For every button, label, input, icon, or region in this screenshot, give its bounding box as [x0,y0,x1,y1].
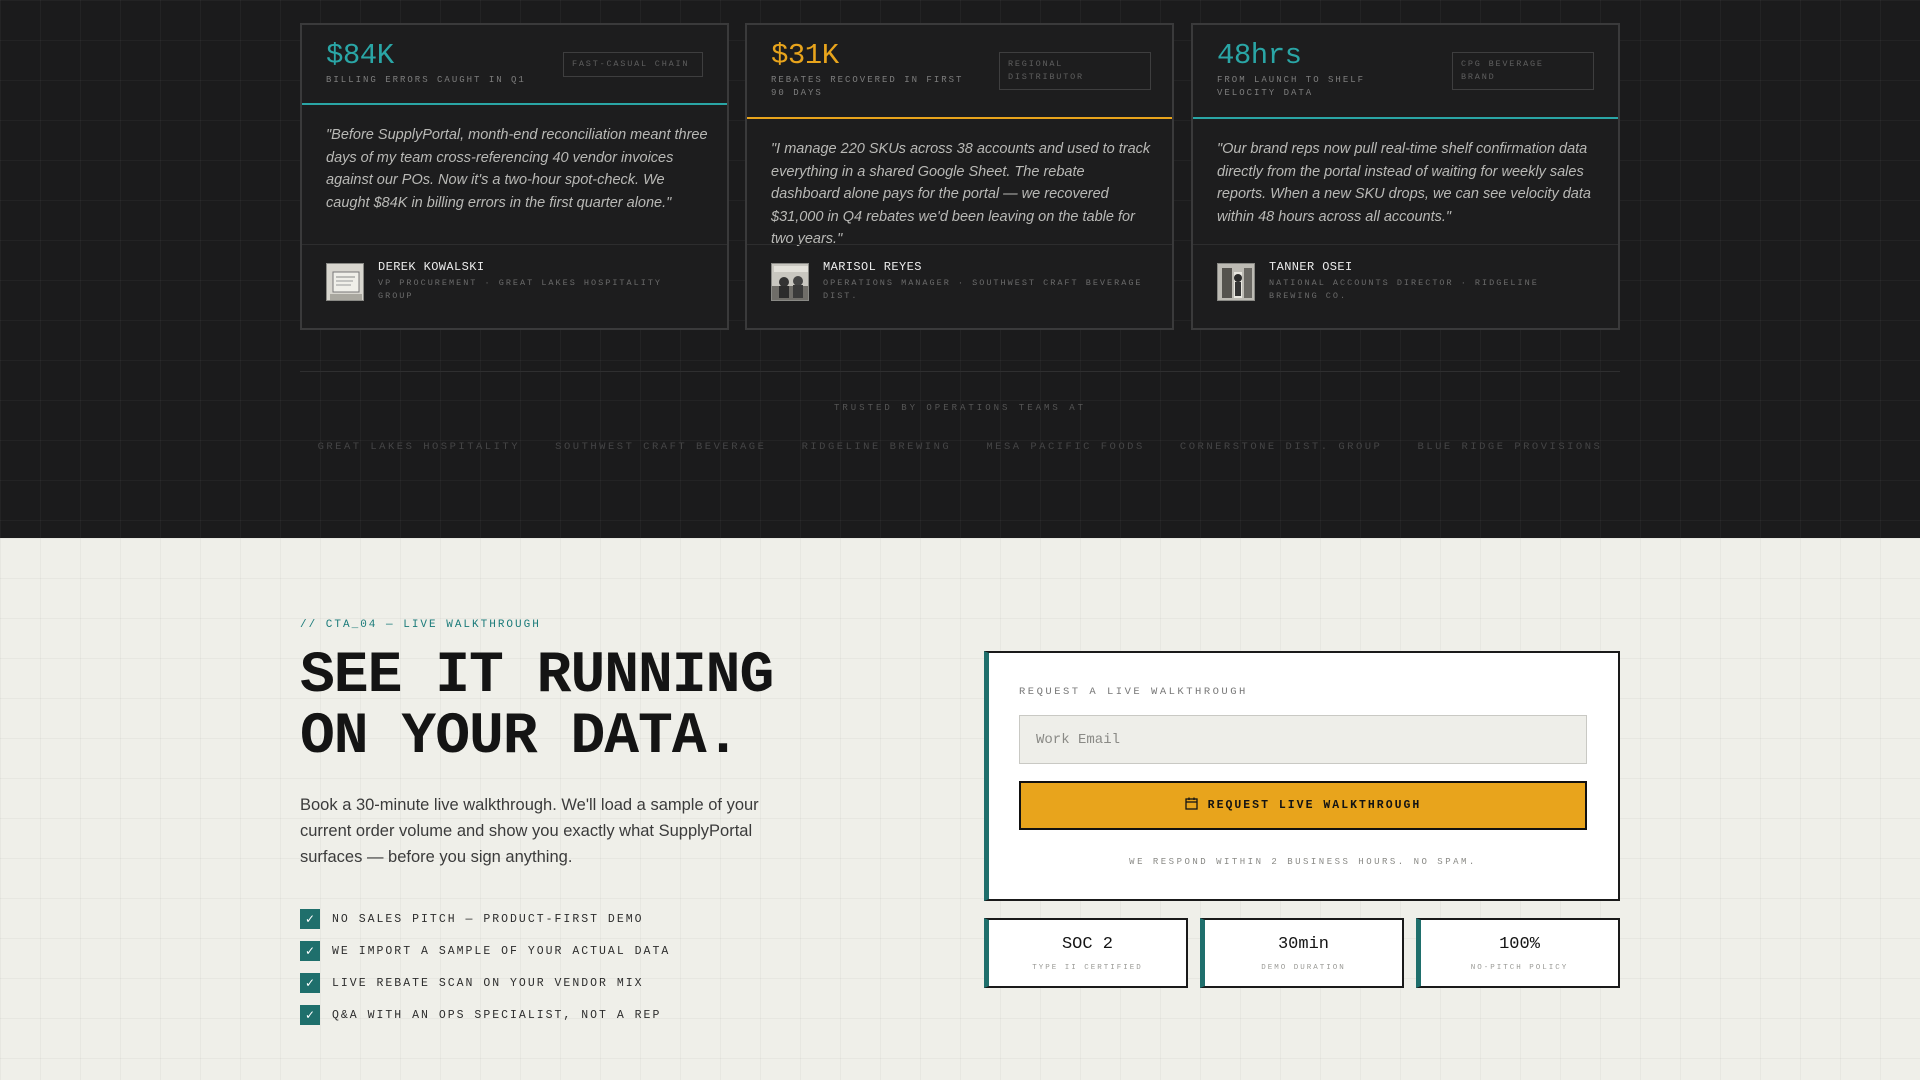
customer-logo: SOUTHWEST CRAFT BEVERAGE [555,441,767,453]
checklist-item: ✓ NO SALES PITCH — PRODUCT-FIRST DEMO [300,903,670,935]
author-name: MARISOL REYES [823,260,922,274]
check-icon: ✓ [300,1005,320,1025]
stat-label: DEMO DURATION [1261,964,1346,972]
customer-logos: GREAT LAKES HOSPITALITY SOUTHWEST CRAFT … [300,441,1620,453]
customer-logo: BLUE RIDGE PROVISIONS [1417,441,1603,453]
work-email-input[interactable] [1019,715,1587,764]
stat-value: SOC 2 [1061,935,1113,954]
check-icon: ✓ [300,909,320,929]
customer-logo: MESA PACIFIC FOODS [986,441,1145,453]
checklist-item-label: WE IMPORT A SAMPLE OF YOUR ACTUAL DATA [332,944,671,958]
card-header: $31K REBATES RECOVERED IN FIRST 90 DAYS … [747,25,1172,119]
card-metric-label: REBATES RECOVERED IN FIRST 90 DAYS [771,75,964,98]
cta-headline: SEE IT RUNNING ON YOUR DATA. [300,646,860,768]
stat-label: TYPE II CERTIFIED [1032,964,1143,972]
customer-logo: CORNERSTONE DIST. GROUP [1179,441,1383,453]
button-label: REQUEST LIVE WALKTHROUGH [1207,799,1422,812]
section-divider [300,371,1620,372]
stat-value: 100% [1499,935,1540,954]
card-metric-label: FROM LAUNCH TO SHELF VELOCITY DATA [1217,75,1366,98]
cta-section: // CTA_04 — LIVE WALKTHROUGH SEE IT RUNN… [0,538,1920,1080]
card-tag: FAST-CASUAL CHAIN [563,52,703,77]
stat-card: SOC 2 TYPE II CERTIFIED [984,918,1188,988]
avatar [1217,263,1255,301]
checklist-item: ✓ Q&A WITH AN OPS SPECIALIST, NOT A REP [300,999,670,1031]
card-tag: REGIONAL DISTRIBUTOR [999,52,1151,90]
check-icon: ✓ [300,941,320,961]
card-author: DEREK KOWALSKI VP PROCUREMENT · GREAT LA… [302,244,727,328]
benefits-checklist: ✓ NO SALES PITCH — PRODUCT-FIRST DEMO ✓ … [300,903,670,1031]
card-tag: CPG BEVERAGE BRAND [1452,52,1594,90]
headline-line: ON YOUR DATA. [300,705,740,770]
section-eyebrow: // CTA_04 — LIVE WALKTHROUGH [300,619,541,631]
stat-label: NO-PITCH POLICY [1470,964,1569,972]
author-role: VP PROCUREMENT · GREAT LAKES HOSPITALITY… [378,278,663,301]
testimonial-card: 48hrs FROM LAUNCH TO SHELF VELOCITY DATA… [1191,23,1620,330]
stat-value: 30min [1277,935,1329,954]
calendar-icon [1185,797,1198,814]
testimonial-card: $31K REBATES RECOVERED IN FIRST 90 DAYS … [745,23,1174,330]
customer-logo: RIDGELINE BREWING [801,441,952,453]
card-quote: "Before SupplyPortal, month-end reconcil… [326,127,708,211]
walkthrough-request-form: REQUEST A LIVE WALKTHROUGH REQUEST LIVE … [984,651,1620,901]
card-header: $84K BILLING ERRORS CAUGHT IN Q1 FAST-CA… [302,25,727,105]
card-metric: $31K [771,39,839,72]
testimonials-section: $84K BILLING ERRORS CAUGHT IN Q1 FAST-CA… [0,0,1920,538]
card-author: MARISOL REYES OPERATIONS MANAGER · SOUTH… [747,244,1172,328]
stat-card: 30min DEMO DURATION [1200,918,1404,988]
avatar [771,263,809,301]
form-title: REQUEST A LIVE WALKTHROUGH [1019,686,1248,698]
author-name: TANNER OSEI [1269,260,1353,274]
trusted-by-label: TRUSTED BY OPERATIONS TEAMS AT [833,403,1087,413]
check-icon: ✓ [300,973,320,993]
author-role: OPERATIONS MANAGER · SOUTHWEST CRAFT BEV… [823,278,1143,301]
request-walkthrough-button[interactable]: REQUEST LIVE WALKTHROUGH [1019,781,1587,830]
checklist-item: ✓ WE IMPORT A SAMPLE OF YOUR ACTUAL DATA [300,935,670,967]
checklist-item-label: LIVE REBATE SCAN ON YOUR VENDOR MIX [332,976,644,990]
card-quote: "I manage 220 SKUs across 38 accounts an… [771,141,1151,247]
card-metric: 48hrs [1217,39,1302,72]
checklist-item-label: Q&A WITH AN OPS SPECIALIST, NOT A REP [332,1008,662,1022]
avatar [326,263,364,301]
customer-logo: GREAT LAKES HOSPITALITY [317,441,521,453]
checklist-item: ✓ LIVE REBATE SCAN ON YOUR VENDOR MIX [300,967,670,999]
cta-description: Book a 30-minute live walkthrough. We'll… [300,796,759,866]
checklist-item-label: NO SALES PITCH — PRODUCT-FIRST DEMO [332,912,644,926]
author-name: DEREK KOWALSKI [378,260,485,274]
card-metric: $84K [326,39,394,72]
author-role: NATIONAL ACCOUNTS DIRECTOR · RIDGELINE B… [1269,278,1539,301]
headline-line: SEE IT RUNNING [300,644,774,709]
response-time-note: WE RESPOND WITHIN 2 BUSINESS HOURS. NO S… [1129,857,1477,867]
card-header: 48hrs FROM LAUNCH TO SHELF VELOCITY DATA… [1193,25,1618,119]
card-metric-label: BILLING ERRORS CAUGHT IN Q1 [326,75,526,85]
testimonial-card: $84K BILLING ERRORS CAUGHT IN Q1 FAST-CA… [300,23,729,330]
card-author: TANNER OSEI NATIONAL ACCOUNTS DIRECTOR ·… [1193,244,1618,328]
stat-card: 100% NO-PITCH POLICY [1416,918,1620,988]
card-quote: "Our brand reps now pull real-time shelf… [1217,141,1591,225]
